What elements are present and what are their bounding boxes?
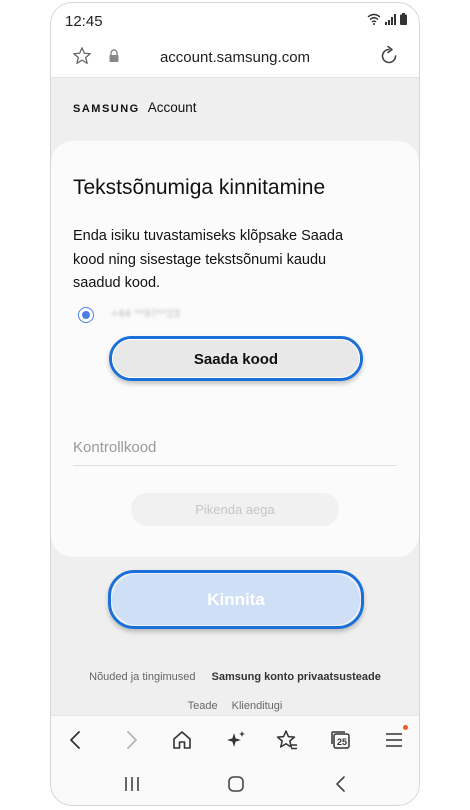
wifi-icon [367,13,381,25]
support-link[interactable]: Klienditugi [232,700,283,712]
notification-badge [403,725,408,730]
system-nav-bar [51,763,419,805]
footer-links-row1: Nõuded ja tingimused Samsung konto privaa… [51,671,419,683]
refresh-icon[interactable] [377,44,401,68]
page-title: Tekstsõnumiga kinnitamine [73,176,326,199]
phone-radio-button[interactable] [78,307,94,323]
confirm-button[interactable]: Kinnita [108,570,364,629]
samsung-wordmark: SAMSUNG [73,103,140,115]
radio-selected-dot [81,310,90,319]
status-time: 12:45 [65,13,103,30]
terms-link[interactable]: Nõuded ja tingimused [89,671,195,683]
back-arrow-icon[interactable] [64,728,88,752]
bookmarks-star-icon[interactable] [275,728,299,752]
samsung-account-logo: SAMSUNG Account [73,100,197,115]
account-wordmark: Account [147,100,197,115]
forward-arrow-icon[interactable] [119,728,143,752]
phone-frame: 12:45 account.samsung.com SAMSUNG Accoun… [50,2,420,806]
recent-apps-icon[interactable] [123,775,141,793]
status-bar: 12:45 [51,3,419,41]
system-icons [367,13,407,25]
masked-phone-number: +44 **97**23 [111,308,181,320]
back-button-icon[interactable] [332,775,350,793]
menu-icon[interactable] [382,725,408,752]
url-bar[interactable]: account.samsung.com [51,41,419,78]
send-code-button[interactable]: Saada kood [109,336,363,381]
notice-link[interactable]: Teade [188,700,218,712]
verification-card: Tekstsõnumiga kinnitamine Enda isiku tuv… [51,141,419,557]
home-icon[interactable] [170,728,194,752]
signal-icon [385,13,396,25]
extend-time-button[interactable]: Pikenda aega [131,493,339,526]
home-button-icon[interactable] [227,775,245,793]
send-code-label: Saada kood [112,339,360,378]
tabs-count: 25 [336,737,347,747]
verification-code-input[interactable] [73,429,397,466]
battery-icon [400,13,407,25]
hamburger-icon [386,733,402,747]
browser-toolbar: 25 [51,715,419,764]
url-text[interactable]: account.samsung.com [51,49,419,66]
privacy-link[interactable]: Samsung konto privaatsusteade [212,671,381,683]
footer-links-row2: Teade Klienditugi [51,700,419,712]
tabs-icon[interactable]: 25 [329,728,353,752]
confirm-label: Kinnita [111,573,361,626]
instructions-text: Enda isiku tuvastamiseks klõpsake Saada … [73,228,344,291]
sparkle-ai-icon[interactable] [224,728,248,752]
